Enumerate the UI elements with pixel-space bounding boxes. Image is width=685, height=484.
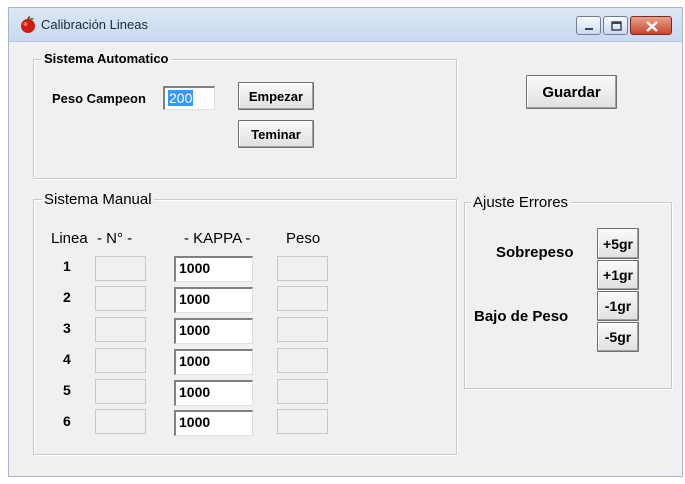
peso-field xyxy=(277,409,328,434)
row-line-number: 4 xyxy=(63,351,71,367)
close-icon xyxy=(646,21,658,32)
header-kappa: - KAPPA - xyxy=(184,230,251,247)
peso-field xyxy=(277,348,328,373)
numero-field xyxy=(95,286,146,311)
window-title: Calibración Lineas xyxy=(41,17,148,32)
apple-icon xyxy=(21,16,35,33)
header-numero: - N° - xyxy=(97,230,133,247)
header-peso: Peso xyxy=(286,230,321,247)
maximize-button[interactable] xyxy=(603,16,628,35)
kappa-input[interactable]: 1000 xyxy=(174,318,253,344)
group-ajuste-errores: Ajuste Errores xyxy=(464,194,672,389)
peso-campeon-input[interactable]: 200 xyxy=(163,86,215,110)
title-bar[interactable]: Calibración Lineas xyxy=(9,8,682,42)
guardar-button[interactable]: Guardar xyxy=(526,75,617,109)
kappa-input[interactable]: 1000 xyxy=(174,380,253,406)
numero-field xyxy=(95,317,146,342)
header-linea: Linea xyxy=(51,230,88,247)
terminar-button[interactable]: Teminar xyxy=(238,120,314,148)
app-window: Calibración Lineas Sistema Automatico Pe… xyxy=(8,7,683,477)
row-line-number: 5 xyxy=(63,382,71,398)
bajo-de-peso-label: Bajo de Peso xyxy=(474,308,569,325)
group-legend-manual: Sistema Manual xyxy=(42,191,154,208)
row-line-number: 1 xyxy=(63,258,71,274)
kappa-input[interactable]: 1000 xyxy=(174,410,253,436)
group-sistema-automatico: Sistema Automatico xyxy=(33,51,457,179)
peso-field xyxy=(277,286,328,311)
peso-field xyxy=(277,317,328,342)
group-legend-errores: Ajuste Errores xyxy=(471,194,571,211)
minimize-button[interactable] xyxy=(576,16,601,35)
minus-5gr-button[interactable]: -5gr xyxy=(597,322,639,352)
row-line-number: 3 xyxy=(63,320,71,336)
minus-1gr-button[interactable]: -1gr xyxy=(597,291,639,321)
kappa-input[interactable]: 1000 xyxy=(174,287,253,313)
kappa-input[interactable]: 1000 xyxy=(174,256,253,282)
numero-field xyxy=(95,348,146,373)
peso-field xyxy=(277,379,328,404)
empezar-button[interactable]: Empezar xyxy=(238,82,314,110)
kappa-input[interactable]: 1000 xyxy=(174,349,253,375)
maximize-icon xyxy=(611,21,622,31)
peso-campeon-label: Peso Campeon xyxy=(52,91,146,106)
numero-field xyxy=(95,409,146,434)
plus-5gr-button[interactable]: +5gr xyxy=(597,228,639,259)
numero-field xyxy=(95,379,146,404)
sobrepeso-label: Sobrepeso xyxy=(496,244,574,261)
numero-field xyxy=(95,256,146,281)
window-client: Sistema Automatico Peso Campeon 200 Empe… xyxy=(9,42,682,476)
close-button[interactable] xyxy=(630,16,672,35)
row-line-number: 6 xyxy=(63,413,71,429)
group-legend-automatico: Sistema Automatico xyxy=(42,51,171,66)
plus-1gr-button[interactable]: +1gr xyxy=(597,260,639,290)
row-line-number: 2 xyxy=(63,289,71,305)
minimize-icon xyxy=(585,28,593,30)
peso-campeon-value: 200 xyxy=(168,90,194,106)
peso-field xyxy=(277,256,328,281)
